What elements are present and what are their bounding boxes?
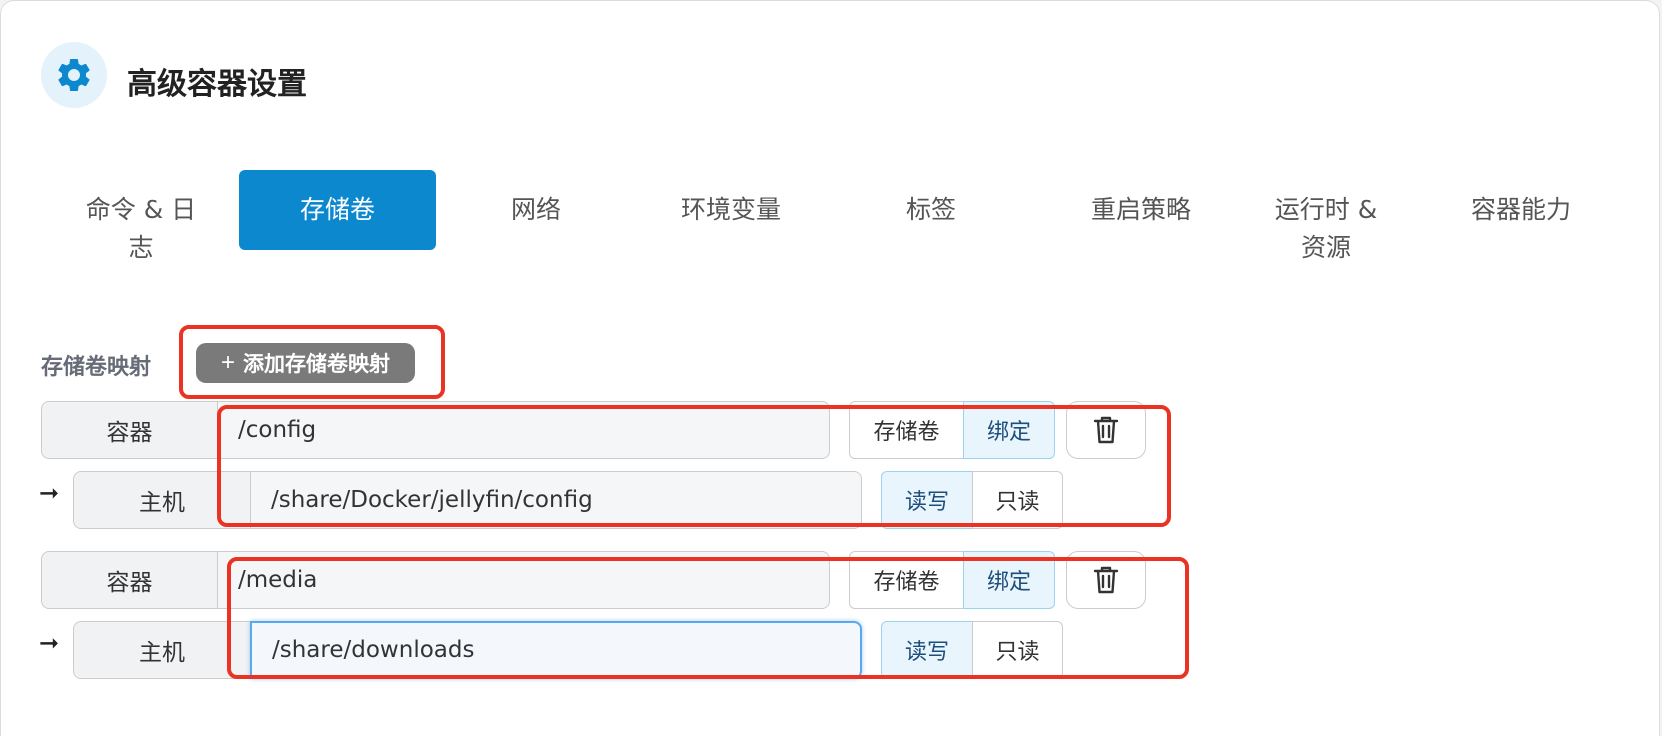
tab-label: 环境变量 xyxy=(680,195,781,224)
container-label: 容器 xyxy=(41,551,218,609)
type-volume-option[interactable]: 存储卷 xyxy=(849,551,964,609)
tab-labels[interactable]: 标签 xyxy=(861,170,1001,250)
tab-label: 存储卷 xyxy=(299,195,375,224)
container-path-input[interactable]: /config xyxy=(217,401,830,459)
mode-readonly-option[interactable]: 只读 xyxy=(972,621,1063,679)
type-volume-option[interactable]: 存储卷 xyxy=(849,401,964,459)
mode-readwrite-option[interactable]: 读写 xyxy=(881,621,973,679)
delete-mapping-button[interactable] xyxy=(1066,401,1146,459)
mode-readonly-option[interactable]: 只读 xyxy=(972,471,1063,529)
tab-label: 命令 & 日 志 xyxy=(85,195,197,262)
type-bind-option[interactable]: 绑定 xyxy=(963,551,1055,609)
page-title: 高级容器设置 xyxy=(127,67,307,102)
add-volume-mapping-label: 添加存储卷映射 xyxy=(243,353,390,376)
trash-icon xyxy=(1093,416,1119,444)
host-label: 主机 xyxy=(73,471,251,529)
type-bind-option[interactable]: 绑定 xyxy=(963,401,1055,459)
tab-label: 标签 xyxy=(905,195,956,224)
arrow-right-icon: ➞ xyxy=(39,629,60,657)
tab-runtime-resources[interactable]: 运行时 & 资源 xyxy=(1251,170,1401,262)
host-path-input[interactable]: /share/downloads xyxy=(250,621,862,679)
add-volume-mapping-button[interactable]: + 添加存储卷映射 xyxy=(196,343,415,383)
container-path-input[interactable]: /media xyxy=(217,551,830,609)
tab-command-logs[interactable]: 命令 & 日 志 xyxy=(61,170,221,262)
arrow-right-icon: ➞ xyxy=(39,479,60,507)
tab-label: 容器能力 xyxy=(1470,195,1571,224)
host-path-input[interactable]: /share/Docker/jellyfin/config xyxy=(250,471,862,529)
tab-capabilities[interactable]: 容器能力 xyxy=(1431,170,1611,250)
mode-readwrite-option[interactable]: 读写 xyxy=(881,471,973,529)
tab-label: 网络 xyxy=(510,195,561,224)
settings-card: 高级容器设置 命令 & 日 志 存储卷 网络 环境变量 标签 重启策略 运行时 … xyxy=(0,0,1660,736)
tab-label: 重启策略 xyxy=(1090,195,1191,224)
tab-restart-policy[interactable]: 重启策略 xyxy=(1041,170,1241,250)
host-label: 主机 xyxy=(73,621,251,679)
tab-env-vars[interactable]: 环境变量 xyxy=(641,170,821,250)
gear-icon xyxy=(41,42,107,108)
volume-mapping-label: 存储卷映射 xyxy=(41,355,152,380)
tab-label: 运行时 & 资源 xyxy=(1274,195,1378,262)
container-label: 容器 xyxy=(41,401,218,459)
delete-mapping-button[interactable] xyxy=(1066,551,1146,609)
plus-icon: + xyxy=(220,349,235,376)
trash-icon xyxy=(1093,566,1119,594)
tab-network[interactable]: 网络 xyxy=(471,170,601,250)
tab-volumes[interactable]: 存储卷 xyxy=(239,170,436,250)
